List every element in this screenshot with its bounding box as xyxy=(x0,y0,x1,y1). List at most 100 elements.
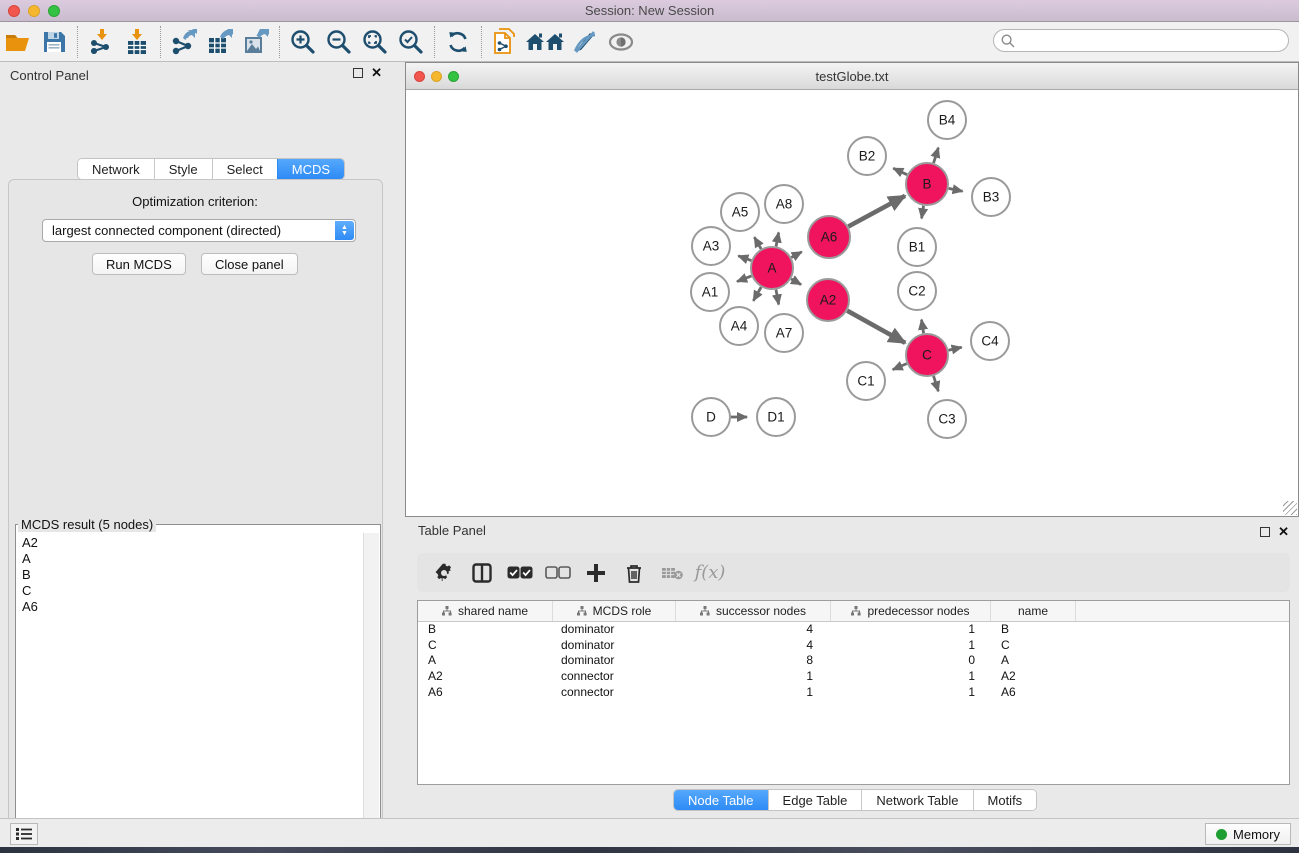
export-table-icon[interactable] xyxy=(202,25,238,59)
mcds-result-scrollbar[interactable] xyxy=(363,533,379,853)
table-cell[interactable]: B xyxy=(991,622,1076,638)
network-window-titlebar[interactable]: testGlobe.txt xyxy=(406,63,1298,90)
table-cell[interactable]: A6 xyxy=(418,685,553,701)
function-builder-icon[interactable]: f(x) xyxy=(693,557,727,589)
edge-C-C4[interactable] xyxy=(948,347,961,350)
resize-grip[interactable] xyxy=(1283,501,1297,515)
column-header[interactable]: shared name xyxy=(418,601,553,621)
edge-B-B3[interactable] xyxy=(949,188,963,191)
table-cell[interactable]: A2 xyxy=(418,669,553,685)
open-session-icon[interactable] xyxy=(0,25,36,59)
edge-A-A6[interactable] xyxy=(791,252,801,258)
zoom-fit-icon[interactable] xyxy=(357,25,393,59)
table-cell[interactable]: C xyxy=(991,638,1076,654)
column-header[interactable]: MCDS role xyxy=(553,601,676,621)
close-panel-icon[interactable]: ✕ xyxy=(371,68,382,78)
optimization-criterion-select[interactable]: largest connected component (directed) ▲… xyxy=(42,219,356,242)
search-field[interactable] xyxy=(993,29,1289,52)
table-cell[interactable]: 4 xyxy=(676,622,831,638)
close-table-panel-icon[interactable]: ✕ xyxy=(1278,527,1289,537)
tab-network-table[interactable]: Network Table xyxy=(861,790,972,810)
log-console-button[interactable] xyxy=(10,823,38,845)
table-cell[interactable]: A6 xyxy=(991,685,1076,701)
table-cell[interactable]: B xyxy=(418,622,553,638)
column-header[interactable]: predecessor nodes xyxy=(831,601,991,621)
export-image-icon[interactable] xyxy=(238,25,274,59)
save-session-icon[interactable] xyxy=(36,25,72,59)
network-canvas[interactable]: B4B2BB3A5A8A6A3B1AA1C2A2A4A7C4CC1DD1C3 xyxy=(406,90,1298,516)
tab-style[interactable]: Style xyxy=(154,159,212,179)
table-cell[interactable]: 1 xyxy=(831,685,991,701)
import-network-icon[interactable] xyxy=(83,25,119,59)
network-graph[interactable]: B4B2BB3A5A8A6A3B1AA1C2A2A4A7C4CC1DD1C3 xyxy=(406,90,1298,516)
split-columns-icon[interactable] xyxy=(465,557,499,589)
hide-labels-icon[interactable] xyxy=(567,25,603,59)
edge-A-A2[interactable] xyxy=(791,279,801,285)
table-cell[interactable]: dominator xyxy=(553,622,676,638)
tab-edge-table[interactable]: Edge Table xyxy=(768,790,862,810)
table-cell[interactable]: 1 xyxy=(676,669,831,685)
column-header[interactable]: name xyxy=(991,601,1076,621)
select-all-icon[interactable] xyxy=(503,557,537,589)
zoom-out-icon[interactable] xyxy=(321,25,357,59)
edge-A-A1[interactable] xyxy=(737,276,751,282)
table-cell[interactable]: connector xyxy=(553,685,676,701)
zoom-in-icon[interactable] xyxy=(285,25,321,59)
run-mcds-button[interactable]: Run MCDS xyxy=(92,253,186,275)
table-cell[interactable]: 4 xyxy=(676,638,831,654)
tab-motifs[interactable]: Motifs xyxy=(973,790,1037,810)
table-cell[interactable]: A2 xyxy=(991,669,1076,685)
table-row[interactable]: A2connector11A2 xyxy=(418,669,1289,685)
edge-A-A3[interactable] xyxy=(738,256,751,261)
import-table-icon[interactable] xyxy=(119,25,155,59)
memory-button[interactable]: Memory xyxy=(1205,823,1291,845)
eye-icon[interactable] xyxy=(603,25,639,59)
edge-A-A5[interactable] xyxy=(754,237,761,249)
open-network-file-icon[interactable] xyxy=(487,25,523,59)
edge-A-A7[interactable] xyxy=(776,290,779,305)
edge-B-B4[interactable] xyxy=(934,148,939,163)
edge-B-B1[interactable] xyxy=(922,206,924,219)
column-header[interactable]: successor nodes xyxy=(676,601,831,621)
tab-mcds[interactable]: MCDS xyxy=(277,159,344,179)
table-cell[interactable]: A xyxy=(991,653,1076,669)
table-cell[interactable]: dominator xyxy=(553,638,676,654)
edge-A-A4[interactable] xyxy=(753,287,761,301)
table-cell[interactable]: dominator xyxy=(553,653,676,669)
edge-C-C2[interactable] xyxy=(921,320,923,334)
table-cell[interactable]: C xyxy=(418,638,553,654)
delete-column-icon[interactable] xyxy=(617,557,651,589)
table-cell[interactable]: connector xyxy=(553,669,676,685)
edge-A6-B[interactable] xyxy=(848,196,905,227)
tab-select[interactable]: Select xyxy=(212,159,277,179)
mcds-result-list[interactable]: A2ABCA6 xyxy=(17,533,363,853)
table-row[interactable]: A6connector11A6 xyxy=(418,685,1289,701)
home-icon[interactable] xyxy=(523,25,567,59)
add-column-icon[interactable] xyxy=(579,557,613,589)
search-input[interactable] xyxy=(1020,33,1288,48)
edge-C-C3[interactable] xyxy=(934,376,939,391)
edge-A-A8[interactable] xyxy=(776,233,779,247)
table-row[interactable]: Cdominator41C xyxy=(418,638,1289,654)
table-row[interactable]: Bdominator41B xyxy=(418,622,1289,638)
float-table-panel-icon[interactable] xyxy=(1260,527,1270,537)
table-settings-icon[interactable] xyxy=(427,557,461,589)
table-cell[interactable]: 1 xyxy=(831,622,991,638)
tab-network[interactable]: Network xyxy=(78,159,154,179)
table-cell[interactable]: 8 xyxy=(676,653,831,669)
edge-C-C1[interactable] xyxy=(893,364,907,370)
edge-A2-C[interactable] xyxy=(847,311,905,343)
table-cell[interactable]: 1 xyxy=(831,669,991,685)
edge-B-B2[interactable] xyxy=(893,168,907,174)
table-cell[interactable]: 0 xyxy=(831,653,991,669)
delete-table-icon[interactable] xyxy=(655,557,689,589)
export-network-icon[interactable] xyxy=(166,25,202,59)
table-row[interactable]: Adominator80A xyxy=(418,653,1289,669)
table-cell[interactable]: A xyxy=(418,653,553,669)
deselect-all-icon[interactable] xyxy=(541,557,575,589)
table-cell[interactable]: 1 xyxy=(676,685,831,701)
refresh-icon[interactable] xyxy=(440,25,476,59)
zoom-selected-icon[interactable] xyxy=(393,25,429,59)
close-panel-button[interactable]: Close panel xyxy=(201,253,298,275)
float-panel-icon[interactable] xyxy=(353,68,363,78)
